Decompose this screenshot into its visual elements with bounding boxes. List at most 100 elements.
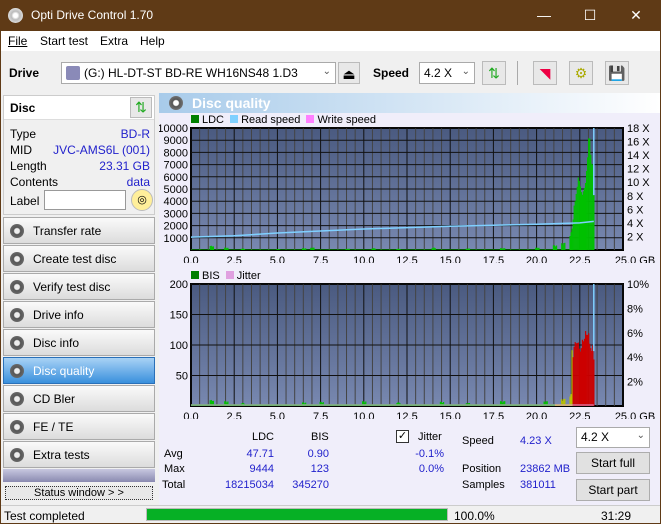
nav-transfer-rate[interactable]: Transfer rate (3, 217, 155, 244)
bis-bar (593, 359, 595, 406)
nav-fe-te[interactable]: FE / TE (3, 413, 155, 440)
disc-label-input[interactable] (44, 190, 126, 210)
samples-label: Samples (462, 479, 505, 491)
y-tick-label: 8000 (164, 147, 188, 159)
close-button[interactable]: ✕ (613, 0, 659, 31)
disc-type-label: Type (10, 127, 37, 141)
ldc-bar (210, 245, 212, 250)
minimize-button[interactable]: — (521, 0, 567, 31)
ldc-chart: 1000090008000700060005000400030002000100… (159, 123, 655, 263)
x-tick-label: 22.5 (569, 411, 590, 419)
y-tick-label: 50 (176, 371, 188, 383)
bis-bar (591, 351, 593, 406)
ldc-bar (572, 219, 574, 250)
y-tick-label: 3000 (164, 208, 188, 220)
eject-button[interactable]: ⏏ (338, 62, 360, 84)
refresh-button[interactable]: ⇅ (482, 61, 506, 85)
ldc-bar (371, 248, 373, 250)
ldc-bar (590, 154, 592, 250)
test-speed-select[interactable]: 4.2 X ⌄ (576, 427, 650, 448)
drive-select[interactable]: (G:) HL-DT-ST BD-RE WH16NS48 1.D3 ⌄ (61, 62, 336, 84)
panel-title: Disc quality (192, 95, 271, 111)
menu-start-test[interactable]: Start test (40, 34, 88, 48)
disc-refresh-button[interactable]: ⇅ (130, 97, 152, 118)
save-button[interactable]: 💾 (605, 61, 629, 85)
menu-extra[interactable]: Extra (100, 34, 128, 48)
progress-text: 100.0% (454, 509, 495, 523)
x-tick-label: 12.5 (396, 255, 417, 263)
nav-label: Extra tests (33, 448, 90, 462)
ldc-bar (501, 248, 503, 250)
disc-label-label: Label (10, 194, 40, 208)
bis-bar (321, 402, 323, 406)
ldc-bar (562, 244, 564, 250)
nav-label: Transfer rate (33, 224, 102, 238)
ldc-bar (578, 180, 580, 250)
ldc-bar (304, 248, 306, 250)
jitter-checkbox[interactable]: ✓ (396, 430, 409, 443)
menu-file[interactable]: File (8, 34, 27, 48)
speed-value: 4.23 X (520, 435, 552, 447)
ldc-bar (313, 247, 315, 250)
x-tick-label: 5.0 (270, 411, 285, 419)
ldc-bar (227, 247, 229, 250)
ldc-bar (209, 246, 211, 250)
ldc-bar (374, 248, 376, 250)
x-tick-label: 0.0 (183, 411, 198, 419)
status-window-button[interactable]: Status window > > (5, 486, 153, 500)
ldc-bar (211, 246, 213, 250)
nav-disc-info[interactable]: Disc info (3, 329, 155, 356)
ldc-bar (277, 249, 279, 250)
ldc-bar (564, 242, 566, 250)
start-full-button[interactable]: Start full (576, 452, 650, 474)
app-disc-icon (8, 8, 23, 23)
ldc-bar (225, 247, 227, 250)
ldc-bar (224, 247, 226, 250)
drive-select-value: (G:) HL-DT-ST BD-RE WH16NS48 1.D3 (84, 66, 298, 80)
app-window: Opti Drive Control 1.70 — ☐ ✕ File Start… (1, 0, 660, 523)
x-tick-label: 0.0 (183, 255, 198, 263)
erase-button[interactable]: ◥ (533, 61, 557, 85)
bis-bar (572, 357, 574, 406)
nav-drive-info[interactable]: Drive info (3, 301, 155, 328)
ldc-bar (373, 248, 375, 250)
position-label: Position (462, 463, 502, 475)
disc-label-apply-button[interactable]: ◎ (131, 189, 153, 211)
disc-info-icon (10, 336, 24, 350)
legend-write-speed-swatch (306, 115, 315, 123)
cd-bler-icon (10, 392, 24, 406)
disc-panel: Disc ⇅ Type BD-R MID JVC-AMS6L (001) Len… (3, 95, 155, 215)
ldc-bar (433, 247, 435, 250)
nav-extra-tests[interactable]: Extra tests (3, 441, 155, 468)
speed-select[interactable]: 4.2 X ⌄ (419, 62, 475, 84)
jitter-label: Jitter (418, 431, 442, 443)
stats-max-jitter: 0.0% (418, 463, 444, 475)
nav-verify-test-disc[interactable]: Verify test disc (3, 273, 155, 300)
stats-ldc-header: LDC (252, 431, 275, 443)
x-tick-label: 20.0 (526, 411, 547, 419)
ldc-bar (552, 245, 555, 250)
nav-label: Verify test disc (33, 280, 111, 294)
bis-bar (577, 342, 579, 406)
sidebar: Disc ⇅ Type BD-R MID JVC-AMS6L (001) Len… (1, 93, 157, 505)
y2-tick-label: 14 X (627, 150, 650, 162)
ldc-bar (302, 248, 305, 250)
menu-help[interactable]: Help (140, 34, 165, 48)
start-part-button[interactable]: Start part (576, 479, 650, 501)
y-tick-label: 2000 (164, 221, 188, 233)
nav-create-test-disc[interactable]: Create test disc (3, 245, 155, 272)
y2-tick-label: 2% (627, 377, 643, 389)
ldc-bar (588, 138, 590, 250)
y2-tick-label: 8 X (627, 191, 644, 203)
ldc-bar (346, 249, 348, 250)
y2-tick-label: 4 X (627, 218, 644, 230)
ldc-bar (310, 247, 312, 250)
nav-cd-bler[interactable]: CD Bler (3, 385, 155, 412)
ldc-bar (243, 248, 246, 250)
settings-button[interactable]: ⚙ (569, 61, 593, 85)
maximize-button[interactable]: ☐ (567, 0, 613, 31)
y-tick-label: 5000 (164, 184, 188, 196)
bis-bar (582, 341, 585, 406)
ldc-bar (577, 177, 579, 250)
nav-disc-quality[interactable]: Disc quality (3, 357, 155, 384)
